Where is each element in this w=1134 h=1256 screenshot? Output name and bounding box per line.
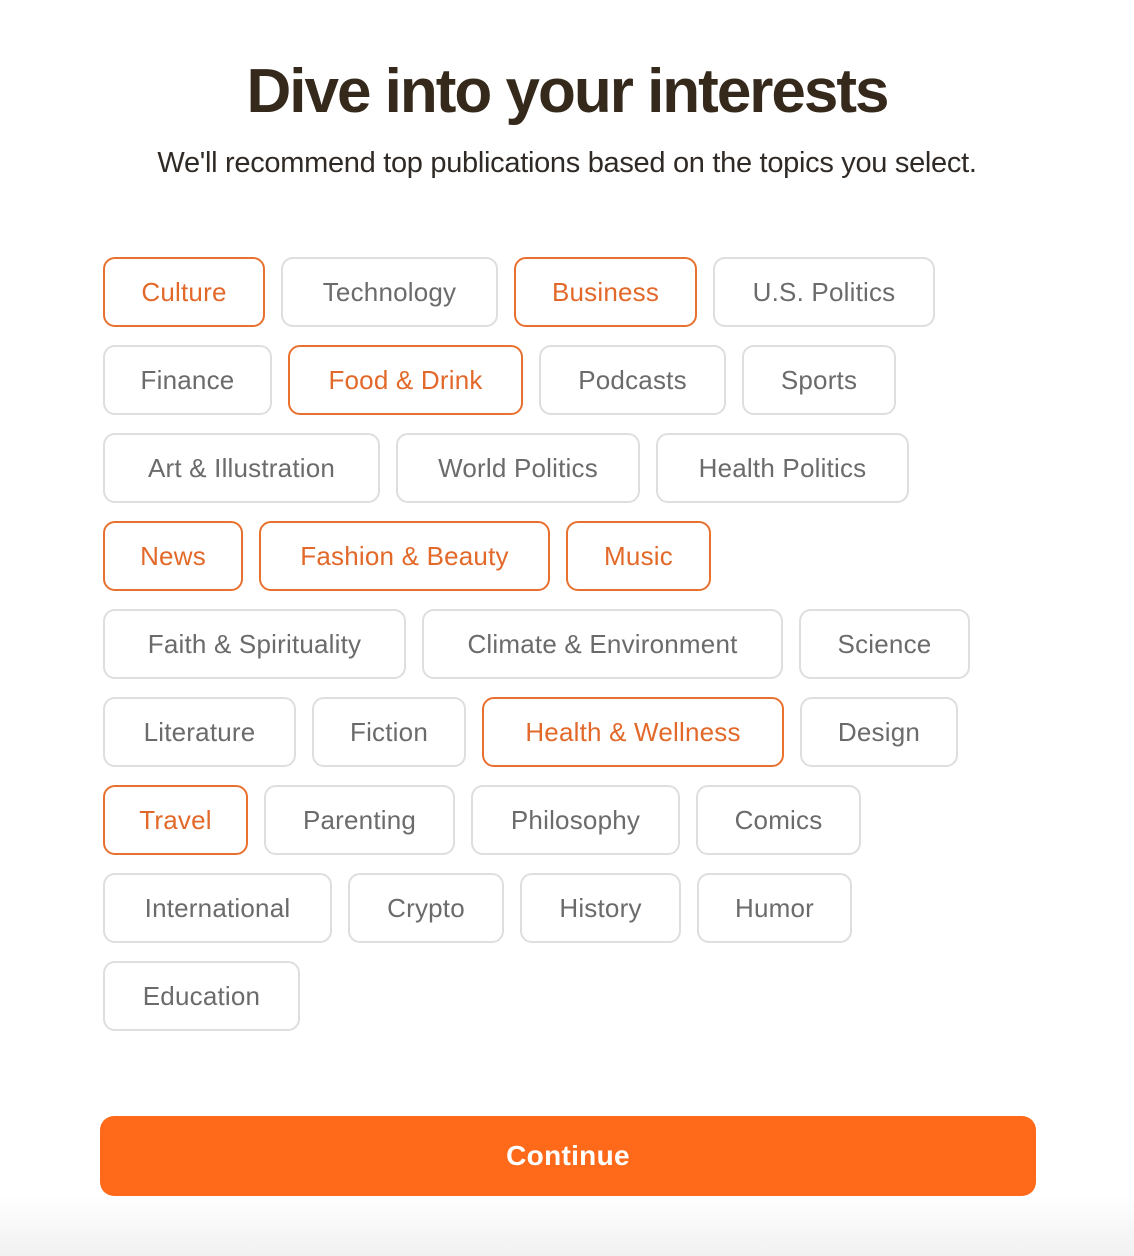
topic-tag-world-politics[interactable]: World Politics: [396, 433, 640, 503]
topic-tag-design[interactable]: Design: [800, 697, 958, 767]
topic-label: Travel: [139, 804, 212, 835]
topic-tag-faith-spirituality[interactable]: Faith & Spirituality: [103, 609, 406, 679]
topic-label: Culture: [141, 276, 227, 307]
topic-label: Music: [604, 540, 673, 571]
topic-tag-business[interactable]: Business: [514, 257, 697, 327]
topic-label: U.S. Politics: [752, 276, 896, 307]
topic-tag-parenting[interactable]: Parenting: [264, 785, 455, 855]
topic-tag-fashion-beauty[interactable]: Fashion & Beauty: [259, 521, 550, 591]
topic-label: News: [140, 540, 206, 571]
topic-label: Design: [837, 716, 921, 747]
topic-label: Art & Illustration: [147, 452, 336, 483]
topic-tag-science[interactable]: Science: [799, 609, 970, 679]
topic-tag-philosophy[interactable]: Philosophy: [471, 785, 680, 855]
topic-label: Crypto: [387, 892, 465, 923]
topic-tag-humor[interactable]: Humor: [697, 873, 852, 943]
topic-label: Technology: [322, 276, 457, 307]
topic-label: Sports: [780, 364, 858, 395]
topic-label: Fashion & Beauty: [300, 540, 509, 571]
topic-label: Podcasts: [578, 364, 687, 395]
topic-label: Food & Drink: [328, 364, 483, 395]
topic-tag-music[interactable]: Music: [566, 521, 711, 591]
topic-label: Parenting: [302, 804, 417, 835]
topic-tag-travel[interactable]: Travel: [103, 785, 248, 855]
topic-tag-history[interactable]: History: [520, 873, 681, 943]
topic-label: Business: [551, 276, 660, 307]
topic-label: Comics: [734, 804, 823, 835]
topic-tag-news[interactable]: News: [103, 521, 243, 591]
topic-label: Health Politics: [698, 452, 867, 483]
topic-label: International: [144, 892, 291, 923]
topic-label: History: [559, 892, 642, 923]
topic-label: Climate & Environment: [467, 628, 738, 659]
topic-tag-comics[interactable]: Comics: [696, 785, 861, 855]
topic-label: Science: [837, 628, 932, 659]
topic-tag-finance[interactable]: Finance: [103, 345, 272, 415]
topic-tag-sports[interactable]: Sports: [742, 345, 896, 415]
topic-tag-fiction[interactable]: Fiction: [312, 697, 466, 767]
topic-label: Fiction: [350, 716, 428, 747]
topic-tag-technology[interactable]: Technology: [281, 257, 498, 327]
topic-label: Faith & Spirituality: [147, 628, 362, 659]
topic-tag-us-politics[interactable]: U.S. Politics: [713, 257, 935, 327]
topic-tag-climate-environment[interactable]: Climate & Environment: [422, 609, 783, 679]
topic-tag-health-wellness[interactable]: Health & Wellness: [482, 697, 784, 767]
topic-tag-crypto[interactable]: Crypto: [348, 873, 504, 943]
topic-label: World Politics: [438, 452, 598, 483]
topic-tag-literature[interactable]: Literature: [103, 697, 296, 767]
topic-tag-international[interactable]: International: [103, 873, 332, 943]
topic-tag-podcasts[interactable]: Podcasts: [539, 345, 726, 415]
page-title: Dive into your interests: [246, 57, 889, 126]
topic-label: Health & Wellness: [525, 716, 741, 747]
topic-tag-food-drink[interactable]: Food & Drink: [288, 345, 523, 415]
topic-tag-education[interactable]: Education: [103, 961, 300, 1031]
topic-tag-art-illustration[interactable]: Art & Illustration: [103, 433, 380, 503]
continue-button[interactable]: Continue: [100, 1116, 1036, 1196]
topic-label: Philosophy: [510, 804, 641, 835]
topic-label: Finance: [140, 364, 235, 395]
topic-label: Literature: [143, 716, 256, 747]
topic-tag-culture[interactable]: Culture: [103, 257, 265, 327]
topic-label: Education: [142, 980, 261, 1011]
topic-tag-health-politics[interactable]: Health Politics: [656, 433, 909, 503]
page-subtitle: We'll recommend top publications based o…: [157, 147, 977, 179]
topic-label: Humor: [734, 892, 814, 923]
